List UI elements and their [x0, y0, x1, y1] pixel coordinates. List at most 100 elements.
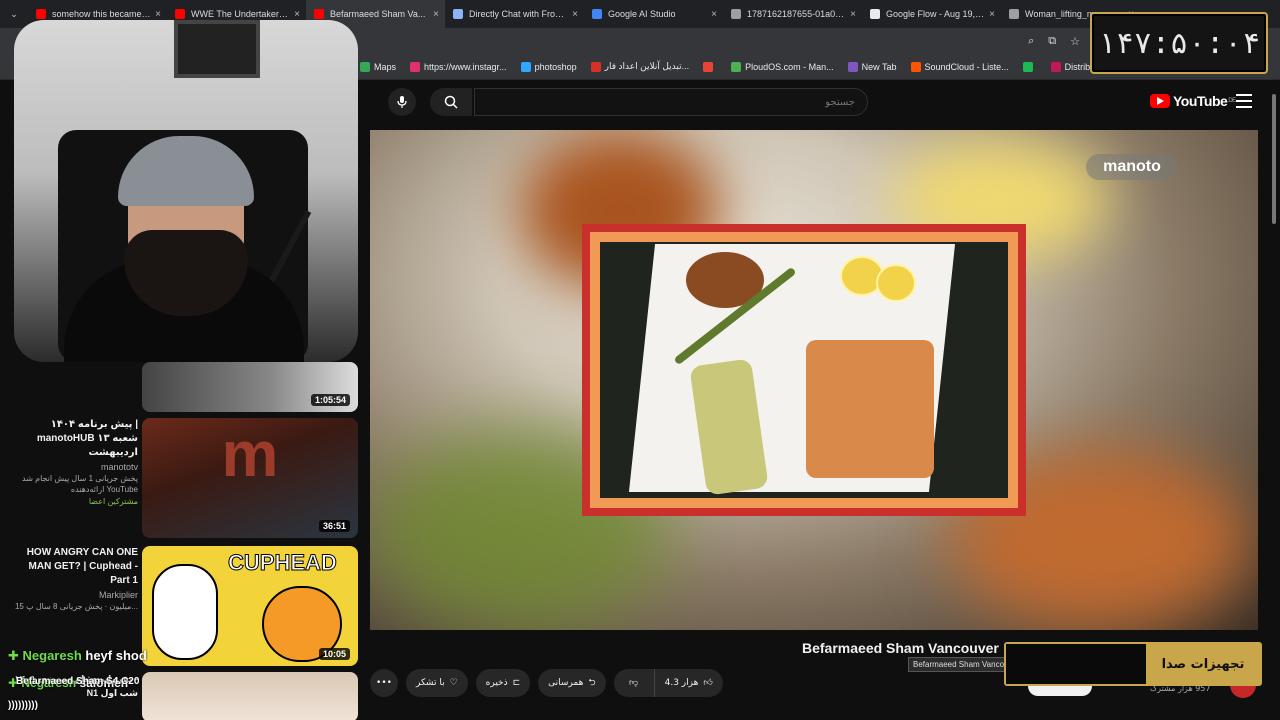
screen: ⌄ somehow this became v... × WWE The Under…: [0, 0, 1280, 720]
thumbs-up-icon: 👍︎: [703, 678, 713, 688]
browser-tab[interactable]: Google Flow - Aug 19, 05... ×: [862, 0, 1001, 28]
title-tooltip: Befarmaeed Sham Vancouv: [908, 657, 1018, 672]
video-thumbnail[interactable]: CUPHEAD 10:05: [142, 546, 358, 666]
dish-photo: [600, 242, 1008, 498]
youtube-logo[interactable]: YouTube DE: [1150, 93, 1236, 109]
bookmark-item[interactable]: photoshop: [520, 61, 577, 72]
thanks-button[interactable]: با تشکر ♡: [406, 669, 468, 697]
like-button[interactable]: 4.3 هزار 👍︎: [653, 669, 723, 697]
overlay-label: تجهیزات صدا: [1146, 644, 1260, 684]
tab-favicon-icon: [731, 9, 741, 19]
save-button[interactable]: ذخیره ⊏: [475, 669, 531, 697]
tab-favicon-icon: [1009, 9, 1019, 19]
browser-tab[interactable]: Google AI Studio ×: [584, 0, 723, 28]
bookmark-favicon-icon: [847, 61, 858, 72]
video-views: 15 میلیون · پخش جریانی 8 سال پ...: [14, 602, 138, 611]
thumbs-down-icon: 👎︎: [629, 678, 639, 688]
channel-watermark: manoto: [1086, 154, 1178, 180]
voice-search-button[interactable]: [388, 88, 416, 116]
tab-close-icon[interactable]: ×: [989, 9, 995, 20]
share-icon: ⮌: [588, 678, 596, 688]
thanks-label: با تشکر: [416, 678, 445, 688]
bookmark-item[interactable]: https://www.instagr...: [410, 61, 507, 72]
bookmark-favicon-icon: [703, 61, 714, 72]
video-thumbnail[interactable]: 1:05:54: [142, 362, 358, 412]
channel-name[interactable]: Markiplier: [10, 590, 138, 600]
bookmark-item[interactable]: New Tab: [847, 61, 897, 72]
related-video[interactable]: پیش برنامه ۱۴۰۴ | manotoHUB شعبه ۱۳ اردی…: [0, 418, 360, 538]
related-videos: 1:05:54 پیش برنامه ۱۴۰۴ | manotoHUB شعبه…: [0, 362, 360, 720]
search-input[interactable]: [474, 88, 868, 116]
video-views: پخش جریانی 1 سال پیش انجام شد: [22, 474, 138, 483]
tab-favicon-icon: [36, 9, 46, 19]
zoom-icon[interactable]: ⌕: [1028, 35, 1034, 48]
wall-poster: [174, 20, 260, 78]
like-count: 4.3 هزار: [664, 678, 699, 688]
cuphead-title: CUPHEAD: [228, 550, 338, 576]
bookmark-favicon-icon: [360, 61, 370, 72]
bookmark-label: photoshop: [534, 61, 577, 72]
bookmark-item[interactable]: [703, 61, 717, 72]
bookmark-item[interactable]: [1022, 61, 1037, 72]
channel-name[interactable]: manototv: [10, 462, 138, 472]
tab-favicon-icon: [453, 9, 463, 19]
video-meta: پیش برنامه ۱۴۰۴ | manotoHUB شعبه ۱۳ اردی…: [10, 418, 138, 507]
chat-message: ))))))))): [8, 700, 38, 711]
bookmark-label: New Tab: [861, 61, 897, 72]
bookmark-favicon-icon: [731, 61, 742, 72]
bookmark-item[interactable]: SoundCloud - Liste...: [910, 61, 1009, 72]
video-title[interactable]: پیش برنامه ۱۴۰۴ | manotoHUB شعبه ۱۳ اردی…: [10, 418, 138, 460]
tab-close-icon[interactable]: ×: [850, 9, 856, 20]
more-button[interactable]: •••: [370, 669, 398, 697]
bookmark-favicon-icon: [1050, 61, 1061, 72]
browser-tab[interactable]: 1787162187655-01a01b2... ×: [723, 0, 862, 28]
scrollbar-thumb[interactable]: [1272, 94, 1276, 224]
video-duration: 36:51: [318, 520, 350, 532]
video-title[interactable]: HOW ANGRY CAN ONE MAN GET? | Cuphead - P…: [10, 546, 138, 588]
bookmark-label: SoundCloud - Liste...: [924, 61, 1009, 72]
tab-close-icon[interactable]: ×: [155, 9, 161, 20]
tab-close-icon[interactable]: ×: [572, 9, 578, 20]
chat-text: heyf shod: [85, 648, 147, 663]
video-extra: ارائه‌دهنده YouTube: [70, 485, 138, 494]
bookmark-item[interactable]: Maps: [360, 61, 397, 72]
video-thumbnail[interactable]: [142, 672, 358, 720]
tab-label: Google AI Studio: [608, 9, 676, 19]
bookmark-label: تبدیل آنلاین اعداد فار...: [604, 61, 690, 71]
page-scrollbar[interactable]: [1270, 84, 1278, 714]
video-thumbnail[interactable]: m 36:51: [142, 418, 358, 538]
dish-photo-frame: [582, 224, 1026, 516]
bookmark-item[interactable]: تبدیل آنلاین اعداد فار...: [590, 61, 690, 72]
tab-search-button[interactable]: ⌄: [0, 0, 28, 28]
menu-icon[interactable]: [1236, 94, 1252, 108]
lemon-slice: [876, 264, 916, 302]
tab-label: Google Flow - Aug 19, 05...: [886, 9, 986, 19]
bookmark-label: Maps: [374, 61, 397, 72]
tab-close-icon[interactable]: ×: [294, 9, 300, 20]
tab-label: Befarmaeed Sham Va...: [330, 9, 426, 19]
share-button[interactable]: همرسانی ⮌: [538, 669, 606, 697]
related-video-partial[interactable]: 1:05:54: [0, 362, 360, 412]
cuphead-character: [152, 564, 218, 660]
chat-text: ))))))))): [8, 700, 38, 711]
install-app-icon[interactable]: ⧉: [1048, 35, 1056, 48]
mic-icon: [397, 96, 407, 108]
tab-favicon-icon: [314, 9, 324, 19]
tab-close-icon[interactable]: ×: [433, 9, 439, 20]
bookmark-label: https://www.instagr...: [424, 61, 507, 72]
bookmark-item[interactable]: PloudOS.com - Man...: [731, 61, 834, 72]
region-code: DE: [1228, 98, 1236, 104]
tab-favicon-icon: [175, 9, 185, 19]
tab-close-icon[interactable]: ×: [711, 9, 717, 20]
bookmark-star-icon[interactable]: ☆: [1070, 35, 1080, 48]
browser-tab[interactable]: Directly Chat with Frontie... ×: [445, 0, 584, 28]
tab-label: Directly Chat with Frontie...: [469, 9, 569, 19]
video-player[interactable]: manoto: [370, 130, 1258, 630]
chat-message: ✚ Negaresh heyf shod: [8, 648, 147, 663]
video-meta: HOW ANGRY CAN ONE MAN GET? | Cuphead - P…: [10, 546, 138, 611]
dislike-button[interactable]: 👎︎: [613, 669, 654, 697]
bookmark-favicon-icon: [520, 61, 531, 72]
search-button[interactable]: [430, 88, 472, 116]
bookmark-favicon-icon: [410, 61, 421, 72]
video-duration: 1:05:54: [310, 394, 350, 406]
